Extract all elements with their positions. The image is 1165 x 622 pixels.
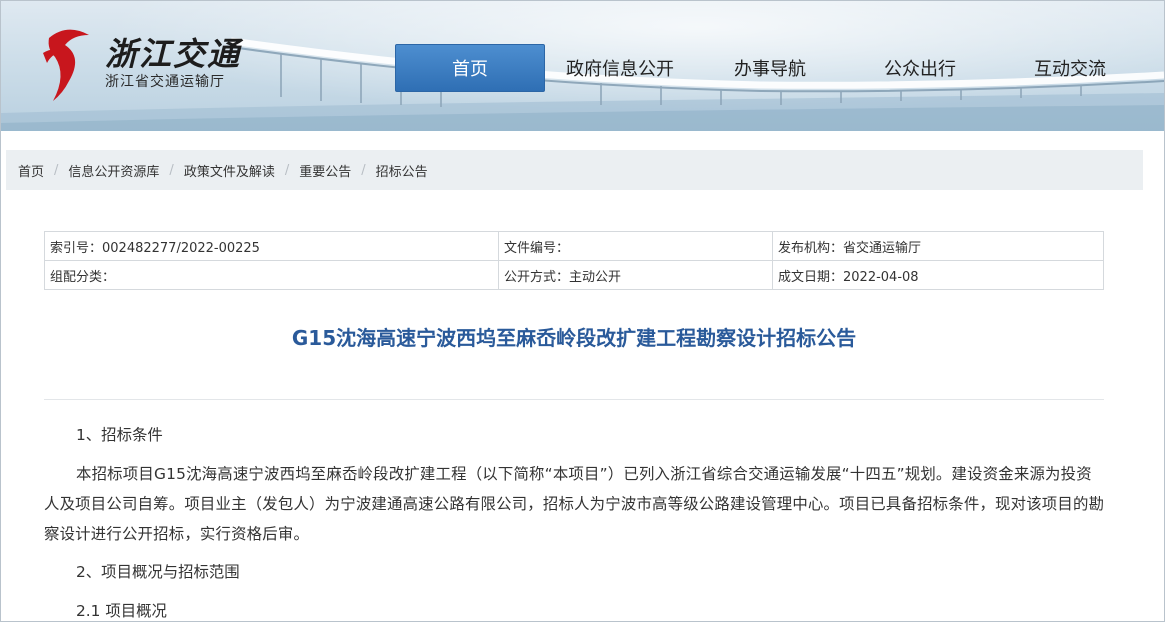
- meta-date: 成文日期：2022-04-08: [772, 260, 1104, 290]
- breadcrumb-separator: /: [169, 162, 174, 178]
- nav-item-home[interactable]: 首页: [395, 44, 545, 92]
- breadcrumb-tender-notice[interactable]: 招标公告: [376, 161, 428, 180]
- meta-index-no: 索引号：002482277/2022-00225: [44, 231, 499, 261]
- breadcrumb-separator: /: [54, 162, 59, 178]
- breadcrumb-info-library[interactable]: 信息公开资源库: [68, 161, 159, 180]
- breadcrumb-home[interactable]: 首页: [18, 161, 44, 180]
- section-heading: 2、项目概况与招标范围: [76, 563, 240, 581]
- logo-title: 浙江交通: [105, 35, 242, 73]
- meta-category: 组配分类：: [44, 260, 499, 290]
- meta-row: 索引号：002482277/2022-00225 文件编号： 发布机构：省交通运…: [44, 231, 1104, 261]
- breadcrumb-policy-docs[interactable]: 政策文件及解读: [184, 161, 275, 180]
- meta-publisher: 发布机构：省交通运输厅: [772, 231, 1104, 261]
- site-header: 浙江交通 浙江省交通运输厅 首页 政府信息公开 办事导航 公众出行 互动交流: [1, 1, 1164, 131]
- document-meta-table: 索引号：002482277/2022-00225 文件编号： 发布机构：省交通运…: [44, 231, 1104, 290]
- main-nav: 首页 政府信息公开 办事导航 公众出行 互动交流: [395, 44, 1145, 92]
- meta-row: 组配分类： 公开方式：主动公开 成文日期：2022-04-08: [44, 260, 1104, 290]
- nav-item-public-travel[interactable]: 公众出行: [845, 44, 995, 92]
- title-divider: [44, 399, 1104, 400]
- article-paragraph: 本招标项目G15沈海高速宁波西坞至麻岙岭段改扩建工程（以下简称“本项目”）已列入…: [44, 465, 1105, 543]
- nav-item-gov-info[interactable]: 政府信息公开: [545, 44, 695, 92]
- article-body: 1、招标条件 本招标项目G15沈海高速宁波西坞至麻岙岭段改扩建工程（以下简称“本…: [44, 420, 1106, 622]
- section-subheading: 2.1 项目概况: [76, 602, 167, 620]
- section-heading: 1、招标条件: [76, 426, 163, 444]
- article-title: G15沈海高速宁波西坞至麻岙岭段改扩建工程勘察设计招标公告: [291, 326, 857, 350]
- breadcrumb-separator: /: [361, 162, 366, 178]
- nav-item-service-guide[interactable]: 办事导航: [695, 44, 845, 92]
- meta-doc-no: 文件编号：: [498, 231, 773, 261]
- site-logo[interactable]: 浙江交通 浙江省交通运输厅: [39, 23, 249, 103]
- breadcrumb: 首页 / 信息公开资源库 / 政策文件及解读 / 重要公告 / 招标公告: [6, 150, 1143, 190]
- zhejiang-transport-logo-icon: [43, 29, 89, 101]
- logo-subtitle: 浙江省交通运输厅: [105, 74, 225, 90]
- breadcrumb-announcements[interactable]: 重要公告: [299, 161, 351, 180]
- meta-disclosure: 公开方式：主动公开: [498, 260, 773, 290]
- nav-item-interaction[interactable]: 互动交流: [995, 44, 1145, 92]
- breadcrumb-separator: /: [284, 162, 290, 178]
